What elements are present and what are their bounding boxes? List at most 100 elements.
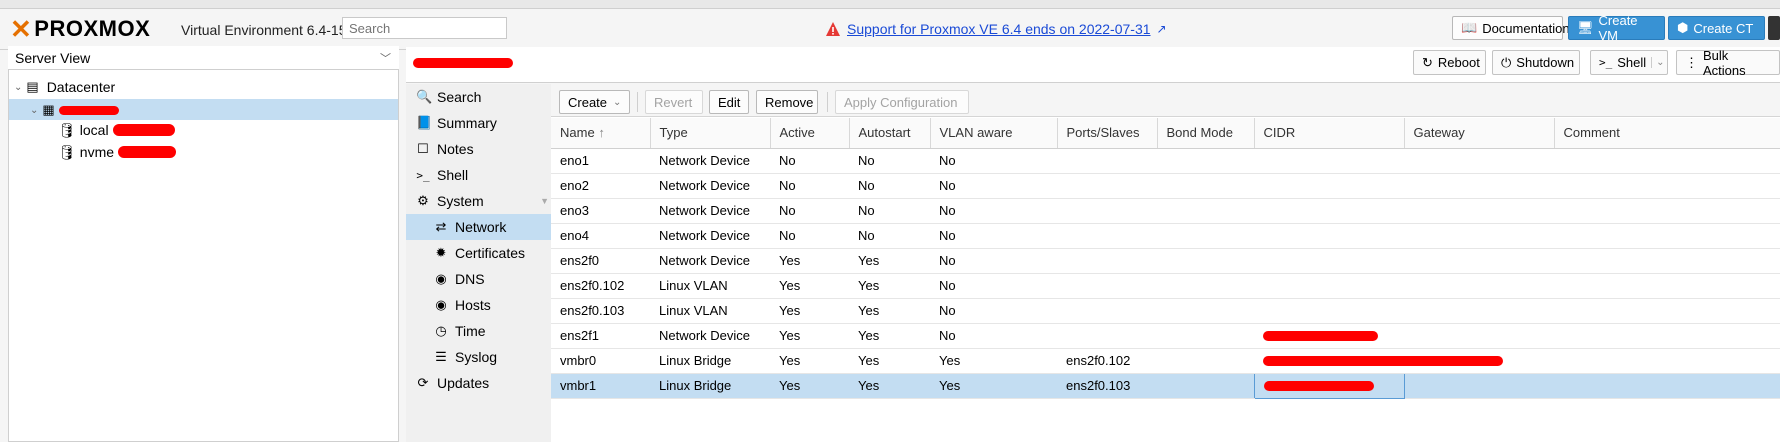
tree-item-storage-nvme[interactable]: 🛢 nvme: [58, 142, 177, 162]
column-header-bond-mode[interactable]: Bond Mode: [1157, 118, 1255, 149]
support-notice[interactable]: Support for Proxmox VE 6.4 ends on 2022-…: [825, 21, 1167, 37]
clock-icon: ◷: [435, 323, 447, 338]
redacted-cidr: [1263, 330, 1378, 341]
database-icon: 🛢: [58, 121, 76, 138]
reboot-button[interactable]: ↻ Reboot: [1413, 50, 1486, 75]
chevron-down-icon: ⌄: [613, 96, 622, 108]
terminal-icon: >_: [1599, 56, 1613, 69]
logo-text: PROXMOX: [34, 16, 151, 41]
globe-icon: ◉: [435, 297, 447, 312]
nav-item-time[interactable]: ◷ Time: [406, 318, 551, 344]
column-header-active[interactable]: Active: [770, 118, 850, 149]
nav-item-certificates[interactable]: ✹ Certificates: [406, 240, 551, 266]
column-header-autostart[interactable]: Autostart: [849, 118, 931, 149]
remove-button[interactable]: Remove: [756, 90, 818, 114]
column-header-gateway[interactable]: Gateway: [1404, 118, 1555, 149]
table-row-selected[interactable]: vmbr1 Linux Bridge Yes Yes Yes ens2f0.103: [551, 372, 1780, 399]
nav-item-network[interactable]: ⇄ Network: [406, 214, 551, 240]
reboot-icon: ↻: [1422, 54, 1433, 70]
book-icon: 📘: [416, 115, 433, 130]
desktop-icon: 🖥: [1577, 20, 1594, 35]
tree-item-datacenter[interactable]: ⌄ ▤ Datacenter: [14, 77, 115, 97]
shell-button[interactable]: >_ Shell ⌄: [1590, 50, 1668, 75]
toolbar-separator: [637, 92, 638, 112]
table-header-row: Name ↑ Type Active Autostart VLAN aware …: [551, 118, 1780, 149]
nav-item-syslog[interactable]: ☰ Syslog: [406, 344, 551, 370]
external-link-icon: ↗: [1156, 22, 1167, 36]
certificate-icon: ✹: [435, 245, 447, 260]
create-vm-button[interactable]: 🖥 Create VM: [1568, 13, 1665, 43]
redacted-node-name: [58, 105, 119, 115]
node-online-icon: ▦: [42, 102, 55, 117]
database-icon: 🛢: [58, 143, 76, 160]
nav-item-updates[interactable]: ⟳ Updates: [406, 370, 561, 396]
cidr-cell: [1254, 323, 1404, 349]
terminal-icon: >_: [416, 168, 430, 182]
nav-item-search[interactable]: 🔍 Search: [406, 84, 561, 110]
redacted-cidr: [1263, 380, 1374, 391]
header-bar: ✕ PROXMOX Virtual Environment 6.4-15 Sup…: [0, 9, 1780, 50]
nav-item-hosts[interactable]: ◉ Hosts: [406, 292, 551, 318]
redacted-storage-name: [118, 146, 177, 158]
column-header-ports-slaves[interactable]: Ports/Slaves: [1057, 118, 1158, 149]
proxmox-logo: ✕ PROXMOX: [10, 14, 151, 44]
cube-icon: ⬢: [1677, 20, 1689, 35]
version-label: Virtual Environment 6.4-15: [181, 22, 347, 38]
warning-icon: [826, 22, 840, 36]
apply-configuration-button[interactable]: Apply Configuration: [835, 90, 969, 114]
documentation-button[interactable]: 📖 Documentation: [1452, 16, 1570, 40]
refresh-icon: ⟳: [417, 375, 429, 390]
column-header-comment[interactable]: Comment: [1554, 118, 1780, 149]
globe-icon: ◉: [435, 271, 447, 286]
tree-item-storage-local[interactable]: 🛢 local: [58, 120, 175, 140]
nav-item-summary[interactable]: 📘 Summary: [406, 110, 561, 136]
nav-item-shell[interactable]: >_ Shell: [406, 162, 561, 188]
collapse-arrow-icon: ▼: [540, 196, 549, 206]
collapse-icon: ⌄: [14, 81, 23, 93]
toolbar-separator: [827, 92, 828, 112]
search-input[interactable]: [342, 17, 507, 39]
note-icon: ☐: [417, 141, 429, 156]
redacted-storage-name: [112, 124, 175, 136]
chevron-down-icon: ﹀: [380, 53, 391, 65]
create-button[interactable]: Create ⌄: [559, 90, 630, 114]
server-rack-icon: ▤: [26, 79, 39, 94]
tree-item-node[interactable]: ⌄ ▦: [30, 100, 119, 120]
shutdown-button[interactable]: ⏻ Shutdown: [1492, 50, 1580, 75]
sort-ascending-icon: ↑: [598, 125, 605, 141]
table-row[interactable]: eno4 Network Device No No No: [551, 223, 1780, 249]
column-header-type[interactable]: Type: [650, 118, 771, 149]
nav-item-dns[interactable]: ◉ DNS: [406, 266, 551, 292]
column-header-name[interactable]: Name ↑: [551, 118, 651, 149]
server-view-select[interactable]: Server View ﹀: [8, 46, 399, 70]
table-row[interactable]: ens2f0 Network Device Yes Yes No: [551, 248, 1780, 274]
network-table: Name ↑ Type Active Autostart VLAN aware …: [551, 118, 1780, 399]
search-icon: 🔍: [416, 89, 433, 104]
bulk-actions-button[interactable]: ⋮ Bulk Actions: [1676, 48, 1780, 78]
nav-item-notes[interactable]: ☐ Notes: [406, 136, 561, 162]
support-notice-link[interactable]: Support for Proxmox VE 6.4 ends on 2022-…: [847, 21, 1151, 37]
edit-button[interactable]: Edit: [709, 90, 749, 114]
node-navigation: 🔍 Search 📘 Summary ☐ Notes >_ Shell ⚙ System …: [406, 84, 552, 442]
ellipsis-vertical-icon: ⋮: [1685, 54, 1698, 70]
user-menu-button[interactable]: [1768, 16, 1780, 40]
browser-top-strip: [0, 0, 1780, 9]
table-row[interactable]: ens2f0.102 Linux VLAN Yes Yes No: [551, 273, 1780, 299]
table-row[interactable]: eno2 Network Device No No No: [551, 173, 1780, 199]
chevron-down-icon: ⌄: [1651, 57, 1665, 68]
column-header-cidr[interactable]: CIDR: [1254, 118, 1405, 149]
table-row[interactable]: eno1 Network Device No No No: [551, 148, 1780, 174]
cidr-cell: [1254, 348, 1554, 374]
table-row[interactable]: ens2f1 Network Device Yes Yes No: [551, 323, 1780, 349]
table-row[interactable]: eno3 Network Device No No No: [551, 198, 1780, 224]
table-row[interactable]: ens2f0.103 Linux VLAN Yes Yes No: [551, 298, 1780, 324]
nav-item-system[interactable]: ⚙ System ▼: [406, 188, 561, 214]
network-grid-panel: Create ⌄ Revert Edit Remove Apply Config…: [551, 84, 1780, 442]
table-row[interactable]: vmbr0 Linux Bridge Yes Yes Yes ens2f0.102: [551, 348, 1780, 374]
network-toolbar: Create ⌄ Revert Edit Remove Apply Config…: [551, 84, 1780, 117]
revert-button[interactable]: Revert: [645, 90, 703, 114]
logo-x-icon: ✕: [10, 13, 33, 44]
exchange-icon: ⇄: [435, 219, 447, 234]
create-ct-button[interactable]: ⬢ Create CT: [1668, 16, 1765, 40]
column-header-vlan-aware[interactable]: VLAN aware: [930, 118, 1058, 149]
